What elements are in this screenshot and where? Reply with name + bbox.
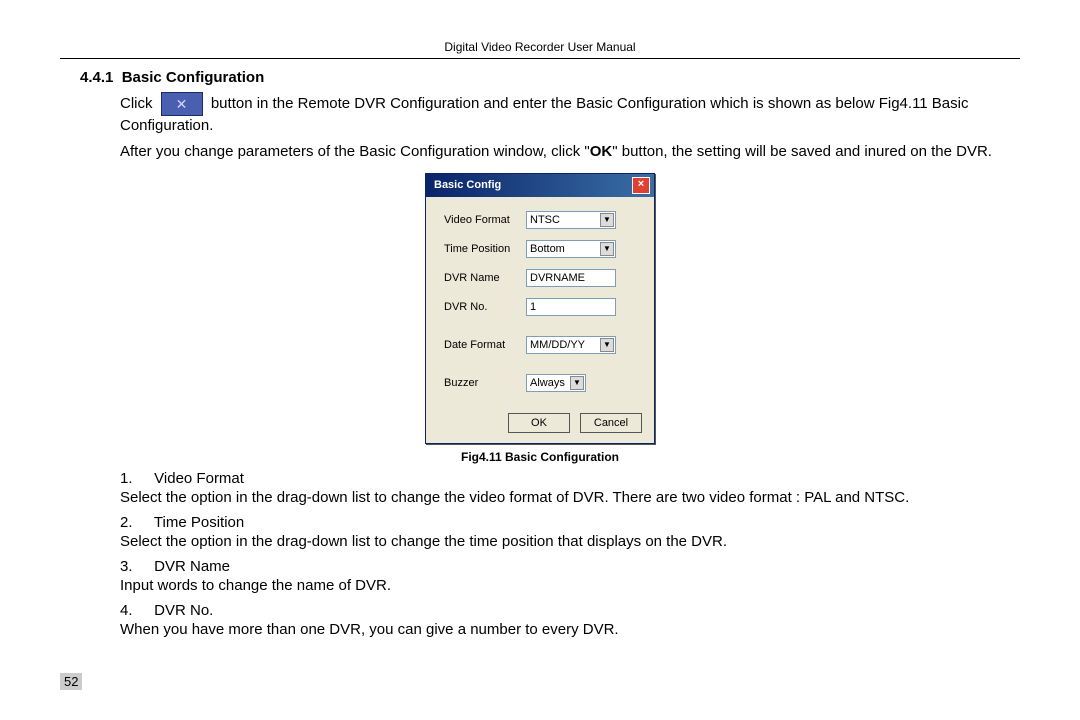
- item-title: Video Format: [154, 470, 244, 487]
- buzzer-value: Always: [530, 377, 565, 389]
- dialog-title: Basic Config: [434, 179, 501, 191]
- item-number: 2.: [120, 514, 150, 531]
- chevron-down-icon: ▼: [600, 242, 614, 256]
- time-position-value: Bottom: [530, 243, 565, 255]
- date-format-value: MM/DD/YY: [530, 339, 585, 351]
- label-dvr-no: DVR No.: [444, 301, 526, 313]
- label-buzzer: Buzzer: [444, 377, 526, 389]
- label-video-format: Video Format: [444, 214, 526, 226]
- cancel-button[interactable]: Cancel: [580, 413, 642, 433]
- video-format-value: NTSC: [530, 214, 560, 226]
- video-format-dropdown[interactable]: NTSC ▼: [526, 211, 616, 229]
- close-button[interactable]: ×: [632, 177, 650, 194]
- list-item: 3. DVR Name: [120, 558, 1020, 575]
- item-title: DVR No.: [154, 602, 213, 619]
- date-format-dropdown[interactable]: MM/DD/YY ▼: [526, 336, 616, 354]
- basic-config-dialog: Basic Config × Video Format NTSC ▼ Time …: [425, 173, 655, 444]
- time-position-dropdown[interactable]: Bottom ▼: [526, 240, 616, 258]
- para2-ok: OK: [590, 143, 613, 160]
- chevron-down-icon: ▼: [600, 338, 614, 352]
- ok-button[interactable]: OK: [508, 413, 570, 433]
- chevron-down-icon: ▼: [600, 213, 614, 227]
- dialog-titlebar: Basic Config ×: [426, 174, 654, 197]
- dvr-name-value: DVRNAME: [530, 272, 585, 284]
- item-number: 4.: [120, 602, 150, 619]
- item-desc: When you have more than one DVR, you can…: [120, 621, 1020, 638]
- list-item: 1. Video Format: [120, 470, 1020, 487]
- item-number: 1.: [120, 470, 150, 487]
- dvr-name-input[interactable]: DVRNAME: [526, 269, 616, 287]
- list-item: 2. Time Position: [120, 514, 1020, 531]
- item-desc: Select the option in the drag-down list …: [120, 489, 1020, 506]
- chevron-down-icon: ▼: [570, 376, 584, 390]
- para1-suffix: button in the Remote DVR Configuration a…: [120, 95, 968, 134]
- list-item: 4. DVR No.: [120, 602, 1020, 619]
- page-number: 52: [60, 673, 82, 690]
- item-desc: Input words to change the name of DVR.: [120, 577, 1020, 594]
- label-time-position: Time Position: [444, 243, 526, 255]
- manual-header: Digital Video Recorder User Manual: [60, 40, 1020, 54]
- buzzer-dropdown[interactable]: Always ▼: [526, 374, 586, 392]
- para2-a: After you change parameters of the Basic…: [120, 143, 590, 160]
- section-number: 4.4.1: [80, 69, 113, 86]
- item-title: DVR Name: [154, 558, 230, 575]
- para2-b: " button, the setting will be saved and …: [612, 143, 992, 160]
- para1-prefix: Click: [120, 95, 153, 112]
- intro-paragraph-2: After you change parameters of the Basic…: [120, 142, 1010, 162]
- config-tool-icon: [161, 92, 203, 116]
- header-divider: [60, 58, 1020, 59]
- label-date-format: Date Format: [444, 339, 526, 351]
- item-desc: Select the option in the drag-down list …: [120, 533, 1020, 550]
- label-dvr-name: DVR Name: [444, 272, 526, 284]
- figure-caption: Fig4.11 Basic Configuration: [60, 450, 1020, 464]
- dvr-no-input[interactable]: 1: [526, 298, 616, 316]
- section-title: 4.4.1 Basic Configuration: [80, 69, 1020, 86]
- intro-paragraph-1: Click button in the Remote DVR Configura…: [120, 92, 1010, 136]
- item-title: Time Position: [154, 514, 244, 531]
- item-number: 3.: [120, 558, 150, 575]
- section-name: Basic Configuration: [122, 69, 265, 86]
- dvr-no-value: 1: [530, 301, 536, 313]
